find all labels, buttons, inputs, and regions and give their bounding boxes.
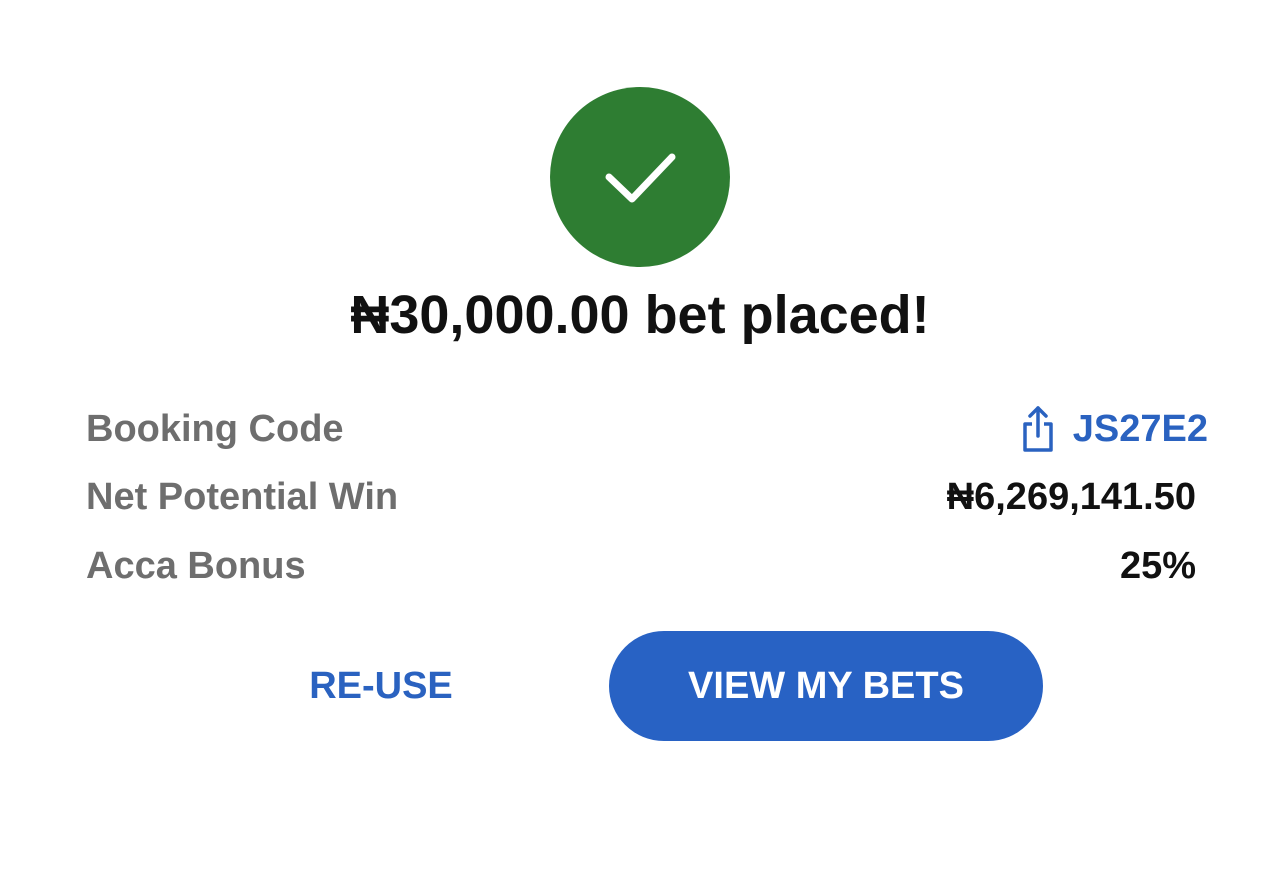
net-potential-win-value: ₦6,269,141.50 <box>946 475 1196 518</box>
net-potential-win-row: Net Potential Win ₦6,269,141.50 <box>86 472 1196 522</box>
booking-code-share[interactable]: JS27E2 <box>1019 404 1208 454</box>
checkmark-icon <box>605 153 676 203</box>
view-my-bets-button[interactable]: VIEW MY BETS <box>609 631 1043 741</box>
net-potential-win-label: Net Potential Win <box>86 475 399 518</box>
success-check-badge <box>550 87 730 267</box>
reuse-button[interactable]: RE-USE <box>286 650 476 722</box>
acca-bonus-label: Acca Bonus <box>86 544 306 587</box>
acca-bonus-value: 25% <box>1119 544 1196 587</box>
acca-bonus-row: Acca Bonus 25% <box>86 541 1196 591</box>
booking-code-value[interactable]: JS27E2 <box>1073 408 1208 451</box>
booking-code-row: Booking Code JS27E2 <box>86 404 1208 454</box>
booking-code-label: Booking Code <box>86 407 344 450</box>
share-icon[interactable] <box>1019 404 1057 454</box>
bet-placed-headline: ₦30,000.00 bet placed! <box>350 285 930 345</box>
